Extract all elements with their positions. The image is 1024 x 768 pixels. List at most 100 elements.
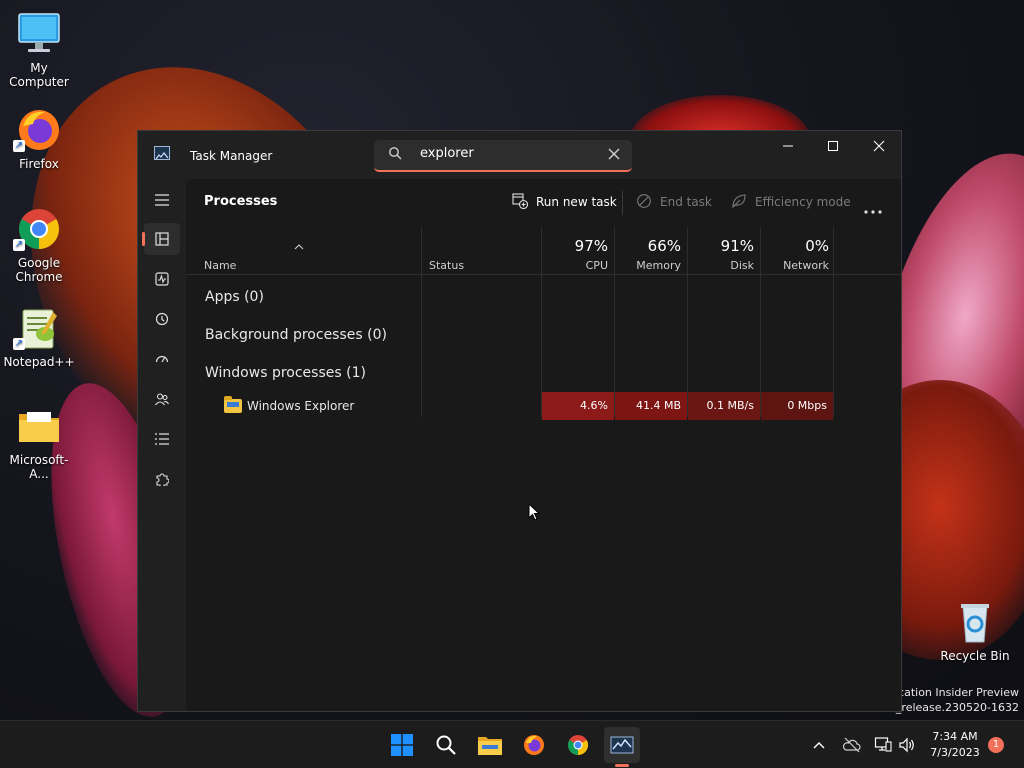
table-row[interactable]: Windows Explorer 4.6% 41.4 MB 0.1 MB/s 0…	[186, 392, 901, 420]
close-button[interactable]	[856, 131, 902, 161]
page-title: Processes	[204, 194, 278, 209]
firefox-icon	[524, 735, 544, 755]
desktop-icon-label: Recycle Bin	[940, 649, 1010, 663]
history-icon	[155, 312, 169, 326]
nav-performance[interactable]	[144, 263, 180, 295]
clear-search-icon[interactable]	[608, 148, 620, 160]
run-new-task-button[interactable]: Run new task	[512, 193, 617, 211]
speedometer-icon	[155, 355, 169, 363]
shortcut-arrow-icon: ↗	[13, 338, 25, 350]
volume-icon[interactable]	[898, 736, 916, 754]
file-explorer-icon	[224, 396, 242, 413]
clock-date: 7/3/2023	[930, 746, 980, 759]
shortcut-arrow-icon: ↗	[13, 239, 25, 251]
column-header-name[interactable]: Name	[204, 259, 236, 272]
nav-app-history[interactable]	[144, 303, 180, 335]
column-divider[interactable]	[760, 227, 761, 417]
nav-startup-apps[interactable]	[144, 343, 180, 375]
taskbar-firefox[interactable]	[516, 727, 552, 763]
desktop-icon-firefox[interactable]: ↗ Firefox	[0, 106, 78, 171]
column-divider[interactable]	[614, 227, 615, 417]
column-divider[interactable]	[833, 227, 834, 417]
close-icon	[873, 140, 885, 152]
performance-icon	[155, 272, 169, 286]
desktop-icon-label: Notepad++	[3, 355, 75, 369]
end-task-icon	[637, 194, 651, 208]
taskbar-search-button[interactable]	[428, 727, 464, 763]
puzzle-icon	[156, 473, 169, 486]
notepad-plus-plus-icon: ↗	[13, 304, 63, 352]
desktop-icon-label: Firefox	[19, 157, 59, 171]
task-manager-app-icon	[154, 146, 170, 160]
cpu-total-percent: 97%	[574, 237, 608, 255]
desktop-icon-label: Google Chrome	[15, 256, 63, 284]
efficiency-mode-button[interactable]: Efficiency mode	[731, 193, 851, 211]
network-icon[interactable]	[874, 736, 892, 754]
window-title: Task Manager	[190, 149, 273, 163]
more-icon	[864, 210, 882, 214]
process-name: Windows Explorer	[247, 399, 355, 413]
toolbar-divider	[622, 191, 623, 215]
desktop-icon-recycle-bin[interactable]: Recycle Bin	[936, 598, 1014, 663]
chrome-icon: ↗	[13, 205, 63, 253]
process-cpu: 4.6%	[542, 392, 614, 420]
windows-logo-icon	[391, 734, 413, 756]
monitor-icon	[15, 10, 63, 58]
group-windows-processes[interactable]: Windows processes (1)	[205, 365, 366, 381]
column-divider[interactable]	[421, 227, 422, 417]
search-icon	[436, 735, 456, 755]
process-network: 0 Mbps	[761, 392, 833, 420]
group-apps[interactable]: Apps (0)	[205, 289, 264, 305]
end-task-button[interactable]: End task	[636, 193, 716, 211]
processes-page: Processes Run new task End task Efficien…	[186, 179, 901, 711]
desktop-icon-notepad-plus-plus[interactable]: ↗ Notepad++	[0, 304, 78, 369]
sort-ascending-icon[interactable]	[294, 235, 304, 254]
column-divider[interactable]	[687, 227, 688, 417]
nav-processes[interactable]	[142, 223, 180, 255]
taskbar-chrome[interactable]	[560, 727, 596, 763]
hamburger-menu-button[interactable]	[144, 184, 180, 216]
insider-watermark-line2: n_release.230520-1632	[888, 701, 1019, 714]
taskbar-file-explorer[interactable]	[472, 727, 508, 763]
nav-services[interactable]	[144, 463, 180, 495]
disk-column-label: Disk	[730, 259, 754, 272]
maximize-button[interactable]	[810, 131, 856, 161]
column-divider[interactable]	[541, 227, 542, 417]
start-button[interactable]	[384, 727, 420, 763]
search-icon	[389, 147, 402, 160]
onedrive-offline-icon[interactable]	[843, 736, 861, 754]
desktop-icon-microsoft-folder[interactable]: Microsoft-A...	[0, 402, 78, 481]
nav-users[interactable]	[144, 383, 180, 415]
taskbar: 7:34 AM 7/3/2023 1	[0, 720, 1024, 768]
process-memory: 41.4 MB	[615, 392, 687, 420]
insider-watermark-line1: ication Insider Preview	[894, 686, 1019, 699]
shortcut-arrow-icon: ↗	[13, 140, 25, 152]
run-task-icon	[512, 193, 528, 209]
efficiency-mode-label: Efficiency mode	[755, 195, 851, 209]
minimize-icon	[783, 145, 793, 147]
title-bar[interactable]: Task Manager	[138, 131, 901, 179]
search-box[interactable]	[374, 140, 632, 172]
desktop-icon-label: Microsoft-A...	[9, 453, 69, 481]
search-input[interactable]	[420, 146, 590, 161]
column-header-status[interactable]: Status	[429, 259, 464, 272]
minimize-button[interactable]	[765, 131, 811, 161]
firefox-icon: ↗	[13, 106, 63, 154]
run-new-task-label: Run new task	[536, 195, 617, 209]
more-options-button[interactable]	[864, 199, 882, 218]
desktop-icon-my-computer[interactable]: My Computer	[0, 10, 78, 89]
show-hidden-icons-chevron-icon[interactable]	[813, 736, 825, 754]
hamburger-icon	[155, 194, 169, 206]
clock-time: 7:34 AM	[932, 730, 978, 743]
desktop-icon-google-chrome[interactable]: ↗ Google Chrome	[0, 205, 78, 284]
mouse-cursor-icon	[528, 503, 540, 521]
leaf-icon	[732, 194, 746, 209]
list-icon	[155, 433, 169, 445]
group-background-processes[interactable]: Background processes (0)	[205, 327, 387, 343]
task-manager-icon	[610, 736, 634, 754]
notification-badge[interactable]: 1	[988, 737, 1004, 753]
taskbar-task-manager[interactable]	[604, 727, 640, 767]
system-clock[interactable]: 7:34 AM 7/3/2023	[924, 729, 986, 761]
network-column-label: Network	[783, 259, 829, 272]
nav-details[interactable]	[144, 423, 180, 455]
